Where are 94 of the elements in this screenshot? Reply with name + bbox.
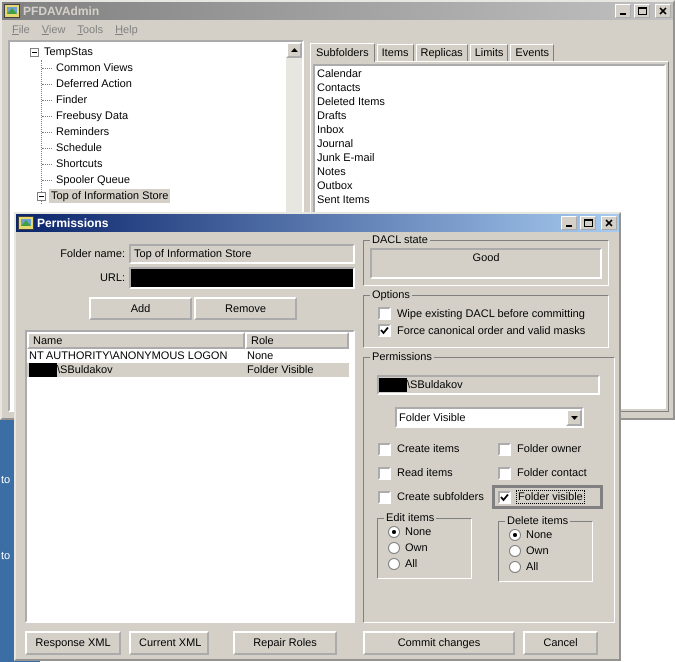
tree-item[interactable]: Finder: [54, 93, 90, 107]
group-label: Permissions: [371, 351, 433, 363]
radio-button[interactable]: [388, 542, 400, 554]
caret-icon[interactable]: [570, 416, 578, 420]
checkbox-label[interactable]: Folder visible: [517, 491, 584, 503]
list-item[interactable]: Calendar: [317, 67, 662, 81]
maximize-icon[interactable]: [638, 7, 646, 15]
tab[interactable]: Replicas: [416, 44, 468, 61]
list-item[interactable]: Sent Items: [317, 193, 662, 207]
checkbox-label[interactable]: Create subfolders: [397, 491, 484, 503]
window-title: PFDAVAdmin: [23, 4, 100, 18]
tree-item[interactable]: Spooler Queue: [54, 173, 132, 187]
close-icon[interactable]: [604, 219, 614, 227]
checkbox-label[interactable]: Create items: [397, 443, 460, 455]
checkbox-label[interactable]: Folder owner: [517, 443, 582, 455]
checkbox[interactable]: [378, 324, 391, 337]
checkbox[interactable]: [378, 466, 391, 480]
tab[interactable]: Items: [376, 44, 414, 61]
tree-item[interactable]: Common Views: [54, 61, 135, 75]
button[interactable]: Commit changes: [363, 631, 515, 655]
tree-item[interactable]: Reminders: [54, 125, 112, 139]
radio-button[interactable]: [388, 558, 400, 570]
folder-name-field[interactable]: Top of Information Store: [129, 244, 355, 264]
radio-button[interactable]: [509, 561, 521, 573]
list-item[interactable]: Junk E-mail: [317, 151, 662, 165]
list-item[interactable]: Journal: [317, 137, 662, 151]
button[interactable]: Current XML: [129, 631, 209, 655]
button[interactable]: Add: [89, 297, 192, 320]
column-header[interactable]: Name: [27, 332, 245, 349]
app-icon: [4, 4, 20, 18]
list-item[interactable]: Inbox: [317, 123, 662, 137]
radio-button[interactable]: [388, 526, 400, 538]
status-display: Good: [370, 248, 602, 279]
column-header[interactable]: Role: [245, 332, 349, 349]
field-value: \SBuldakov: [407, 379, 463, 391]
desktop-icon-label[interactable]: to: [1, 550, 10, 562]
up-arrow-icon[interactable]: [290, 48, 298, 52]
collapse-icon[interactable]: [37, 192, 46, 200]
checkbox[interactable]: [378, 307, 391, 320]
table-cell: \SBuldakov: [57, 364, 113, 376]
radio-label[interactable]: None: [405, 526, 432, 538]
checkbox[interactable]: [378, 490, 391, 504]
tree-item[interactable]: Freebusy Data: [54, 109, 130, 123]
radio-label[interactable]: None: [526, 529, 552, 541]
table-cell: NT AUTHORITY\ANONYMOUS LOGON: [29, 350, 228, 362]
button[interactable]: Remove: [194, 297, 297, 320]
list-row[interactable]: NT AUTHORITY\ANONYMOUS LOGON None: [27, 349, 349, 363]
tree-item[interactable]: TempStas: [42, 45, 95, 59]
button[interactable]: Cancel: [523, 631, 598, 655]
group-label: DACL state: [371, 234, 429, 246]
list-row[interactable]: \SBuldakov Folder Visible: [27, 363, 349, 377]
desktop-icon-label[interactable]: to: [1, 474, 10, 486]
tab[interactable]: Subfolders: [310, 43, 375, 62]
field-label: Folder name:: [59, 248, 125, 260]
list-item[interactable]: Drafts: [317, 109, 662, 123]
role-dropdown[interactable]: Folder Visible: [395, 407, 584, 428]
maximize-icon[interactable]: [584, 219, 592, 227]
radio-button[interactable]: [509, 545, 521, 557]
list-item[interactable]: Outbox: [317, 179, 662, 193]
tree-item[interactable]: Shortcuts: [54, 157, 104, 171]
app-icon: [18, 216, 34, 230]
radio-label[interactable]: Own: [405, 542, 428, 554]
tab[interactable]: Events: [510, 44, 554, 61]
radio-label[interactable]: All: [526, 561, 538, 573]
checkbox[interactable]: [498, 442, 511, 456]
group-label: Delete items: [506, 515, 570, 527]
collapse-icon[interactable]: [30, 48, 39, 56]
tree-item[interactable]: Schedule: [54, 141, 104, 155]
radio-label[interactable]: All: [405, 558, 418, 570]
close-icon[interactable]: [658, 7, 668, 15]
group-label: Edit items: [385, 512, 436, 524]
list-item[interactable]: Notes: [317, 165, 662, 179]
group-label: Options: [371, 289, 411, 301]
tab[interactable]: Limits: [470, 44, 508, 61]
button[interactable]: Repair Roles: [233, 631, 337, 655]
list-item[interactable]: Deleted Items: [317, 95, 662, 109]
user-field[interactable]: \SBuldakov: [377, 375, 600, 395]
checkbox[interactable]: [378, 442, 391, 456]
radio-label[interactable]: Own: [526, 545, 549, 557]
list-item[interactable]: Contacts: [317, 81, 662, 95]
table-cell-text: Folder Visible: [246, 364, 314, 376]
checkbox[interactable]: [498, 490, 511, 504]
table-cell-text: None: [246, 350, 274, 362]
checkbox-label[interactable]: Read items: [397, 467, 453, 479]
checkbox-label[interactable]: Wipe existing DACL before committing: [397, 308, 585, 320]
checkbox[interactable]: [498, 466, 511, 480]
radio-button[interactable]: [509, 529, 521, 541]
field-label: URL:: [98, 272, 125, 284]
button[interactable]: Response XML: [25, 631, 121, 655]
checkbox-label[interactable]: Force canonical order and valid masks: [397, 324, 586, 336]
tree-item[interactable]: Deferred Action: [54, 77, 134, 91]
checkbox-label[interactable]: Folder contact: [517, 467, 587, 479]
tree-item[interactable]: Top of Information Store: [49, 189, 170, 203]
window-title: Permissions: [37, 216, 110, 230]
